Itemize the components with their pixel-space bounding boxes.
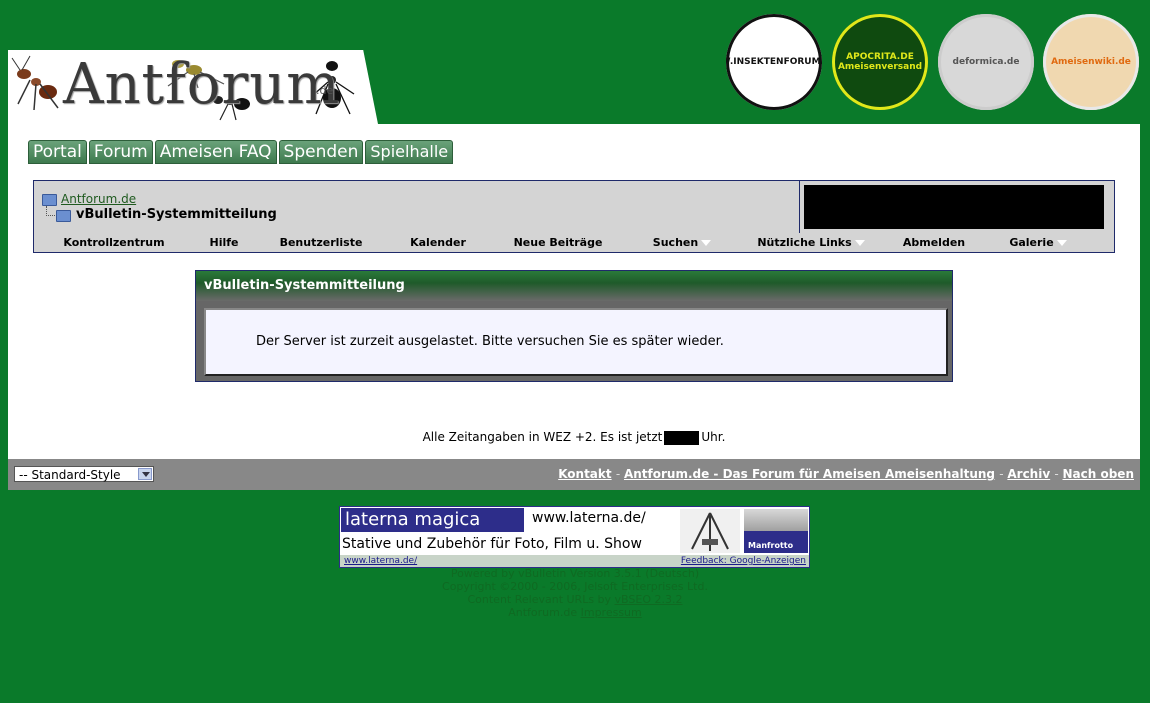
logo-suffix: .de [316, 84, 334, 97]
nav-benutzerliste[interactable]: Benutzerliste [254, 236, 388, 249]
tab-spenden[interactable]: Spenden [278, 140, 364, 164]
copyright-line: Powered by vBulletin Version 3.5.1 (Deut… [450, 567, 700, 580]
formicidae-logo[interactable]: deformica.de [938, 14, 1034, 110]
nav-kalender[interactable]: Kalender [388, 236, 488, 249]
footer-link-kontakt[interactable]: Kontakt [558, 467, 611, 481]
ad-footer: www.laterna.de/ Feedback: Google-Anzeige… [340, 555, 809, 567]
nav-label: Nützliche Links [757, 236, 852, 249]
footer-link-home[interactable]: Antforum.de - Das Forum für Ameisen Amei… [624, 467, 995, 481]
ad-banner[interactable]: laterna magica www.laterna.de/ Stative u… [339, 506, 810, 568]
nav-label: Neue Beiträge [513, 236, 603, 249]
logo-text: Antforum [63, 52, 341, 117]
breadcrumb: Antforum.de vBulletin-Systemmitteilung [33, 180, 1115, 234]
message-title: vBulletin-Systemmitteilung [196, 271, 952, 301]
redacted-block [804, 185, 1104, 229]
main-panel: Portal Forum Ameisen FAQ Spenden Spielha… [8, 124, 1140, 459]
nav-neue-beitraege[interactable]: Neue Beiträge [488, 236, 628, 249]
footer-link-nach-oben[interactable]: Nach oben [1063, 467, 1135, 481]
chevron-down-icon[interactable] [138, 468, 152, 480]
tripod-icon [680, 509, 740, 553]
footer-bar: -- Standard-Style Kontakt - Antforum.de … [8, 459, 1140, 490]
copyright-line: Antforum.de Impressum [0, 606, 1150, 619]
impressum-link[interactable]: Impressum [581, 606, 642, 619]
ad-brand: laterna magica [341, 508, 524, 532]
time-note: Alle Zeitangaben in WEZ +2. Es ist jetzt… [8, 430, 1140, 445]
copyright: Powered by vBulletin Version 3.5.1 (Deut… [0, 567, 1150, 619]
separator: - [615, 467, 624, 481]
tab-ameisen-faq[interactable]: Ameisen FAQ [154, 140, 277, 164]
separator: - [1054, 467, 1063, 481]
ad-tagline: Stative und Zubehör für Foto, Film u. Sh… [342, 536, 642, 552]
time-prefix: Alle Zeitangaben in WEZ +2. Es ist jetzt [422, 430, 663, 444]
ad-small-link[interactable]: www.laterna.de/ [344, 555, 417, 567]
copyright-text: Content Relevant URLs by [467, 593, 612, 606]
tab-portal[interactable]: Portal [28, 140, 87, 164]
breadcrumb-parent-link[interactable]: Antforum.de [61, 192, 136, 206]
chevron-down-icon [1054, 236, 1067, 249]
nav-label: Kalender [410, 236, 466, 249]
partner-logo-text: APOCRITA.DE Ameisenversand [837, 52, 923, 72]
ad-url: www.laterna.de/ [532, 510, 646, 526]
nav-label: Benutzerliste [279, 236, 363, 249]
partner-logo-text: Ameisenwiki.de [1051, 57, 1131, 67]
nav-galerie[interactable]: Galerie [982, 236, 1094, 249]
chevron-down-icon [852, 236, 865, 249]
insektenforum-logo[interactable]: WWW.INSEKTENFORUM.COM [726, 14, 822, 110]
time-suffix: Uhr. [701, 430, 726, 444]
footer-link-archiv[interactable]: Archiv [1007, 467, 1050, 481]
footer-links: Kontakt - Antforum.de - Das Forum für Am… [558, 467, 1134, 481]
chevron-down-icon [698, 236, 712, 249]
partner-brand: Manfrotto [748, 541, 794, 550]
folder-open-icon [56, 210, 71, 222]
tab-forum[interactable]: Forum [88, 140, 153, 164]
navbar: Kontrollzentrum Hilfe Benutzerliste Kale… [33, 233, 1115, 253]
style-select-value: -- Standard-Style [19, 468, 121, 482]
nav-label: Suchen [652, 236, 699, 249]
message-text: Der Server ist zurzeit ausgelastet. Bitt… [256, 334, 724, 349]
folder-icon [42, 194, 57, 206]
nav-label: Kontrollzentrum [63, 236, 165, 249]
tree-connector-icon [46, 206, 55, 216]
nav-label: Abmelden [902, 236, 966, 249]
copyright-line: Copyright ©2000 - 2006, Jelsoft Enterpri… [442, 580, 708, 593]
vbseo-link[interactable]: vBSEO 2.3.2 [615, 593, 683, 606]
nav-tabs: Portal Forum Ameisen FAQ Spenden Spielha… [28, 140, 454, 164]
system-message-box: vBulletin-Systemmitteilung Der Server is… [195, 270, 953, 382]
nav-abmelden[interactable]: Abmelden [886, 236, 982, 249]
site-logo[interactable]: Antforum .de [8, 50, 378, 124]
breadcrumb-area: Antforum.de vBulletin-Systemmitteilung [34, 181, 798, 233]
page-title: vBulletin-Systemmitteilung [76, 207, 277, 222]
ameisenwiki-logo[interactable]: Ameisenwiki.de [1043, 14, 1139, 110]
apocrita-logo[interactable]: APOCRITA.DE Ameisenversand [832, 14, 928, 110]
partner-logo-text: WWW.INSEKTENFORUM.COM [726, 57, 822, 67]
copyright-line: Content Relevant URLs by vBSEO 2.3.2 [0, 593, 1150, 606]
nav-suchen[interactable]: Suchen [628, 236, 736, 249]
manfrotto-logo: Manfrotto [744, 509, 808, 553]
divider [799, 181, 800, 233]
copyright-text: Antforum.de [508, 606, 578, 619]
nav-nuetzliche-links[interactable]: Nützliche Links [736, 236, 886, 249]
style-select[interactable]: -- Standard-Style [14, 466, 154, 482]
partner-logo-text: deformica.de [952, 57, 1020, 67]
tab-spielhalle[interactable]: Spielhalle [365, 140, 454, 164]
redacted-time [664, 430, 700, 445]
nav-label: Galerie [1009, 236, 1054, 249]
ad-feedback-link[interactable]: Feedback: Google-Anzeigen [681, 555, 806, 567]
nav-kontrollzentrum[interactable]: Kontrollzentrum [34, 236, 194, 249]
message-body: Der Server ist zurzeit ausgelastet. Bitt… [204, 308, 948, 376]
nav-label: Hilfe [209, 236, 239, 249]
ant-icon [11, 55, 59, 111]
nav-hilfe[interactable]: Hilfe [194, 236, 254, 249]
